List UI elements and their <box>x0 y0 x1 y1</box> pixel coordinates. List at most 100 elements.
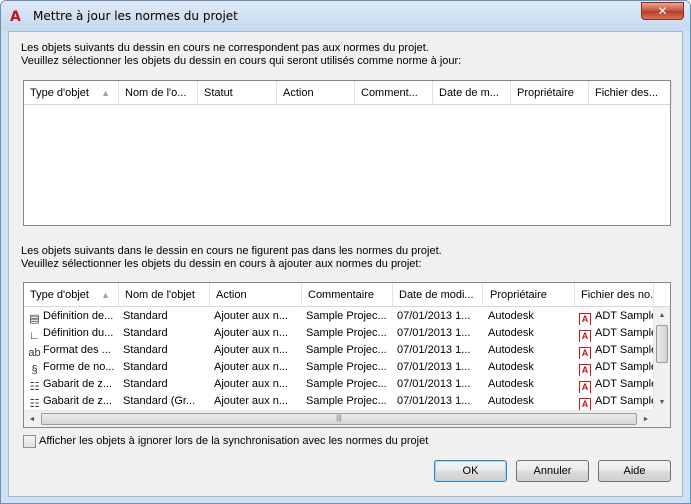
cell-type: ∟ Définition du... <box>24 325 119 342</box>
cell-text: Standard <box>123 310 168 322</box>
close-button[interactable]: ✕ <box>641 2 684 20</box>
column-header[interactable]: Fichier des... <box>589 81 672 105</box>
table-row[interactable]: ☷ Gabarit de z... Standard (Gr... Ajouter a… <box>24 393 670 410</box>
cell-text: Définition du... <box>43 327 114 339</box>
column-header[interactable]: Propriétaire <box>484 283 575 307</box>
column-header[interactable]: Nom de l'objet <box>119 283 210 307</box>
column-header[interactable]: Action <box>210 283 302 307</box>
cell-text: Standard <box>123 327 168 339</box>
standards-file-icon: A <box>579 381 591 393</box>
table-row[interactable]: ab Format des ... Standard Ajouter aux n...… <box>24 342 670 359</box>
column-header-label: Action <box>283 87 314 99</box>
table-row[interactable]: ∟ Définition du... Standard Ajouter aux n..… <box>24 325 670 342</box>
column-header[interactable]: Type d'objet ▲ <box>24 283 119 307</box>
cell-text: Ajouter aux n... <box>214 327 288 339</box>
column-header-label: Commentaire <box>308 289 375 301</box>
cell-name: Standard <box>119 376 210 393</box>
vertical-scrollbar[interactable]: ▲ ▼ <box>653 307 670 411</box>
column-header-label: Nom de l'o... <box>125 87 187 99</box>
cell-text: Définition de... <box>43 310 114 322</box>
column-header[interactable]: Date de m... <box>433 81 511 105</box>
column-header-label: Fichier des... <box>595 87 658 99</box>
cell-action: Ajouter aux n... <box>210 308 302 325</box>
standards-file-icon: A <box>579 347 591 359</box>
column-header[interactable]: Comment... <box>355 81 433 105</box>
cell-text: Autodesk <box>488 378 534 390</box>
show-ignored-checkbox[interactable] <box>23 435 36 448</box>
cell-action: Ajouter aux n... <box>210 376 302 393</box>
column-header[interactable]: Propriétaire <box>511 81 589 105</box>
cell-comment: Sample Projec... <box>302 376 393 393</box>
table-row[interactable]: ▤ Définition de... Standard Ajouter aux n..… <box>24 308 670 325</box>
cell-name: Standard <box>119 342 210 359</box>
vertical-scroll-thumb[interactable] <box>656 325 668 363</box>
cell-file: A ADT Sample <box>575 376 654 393</box>
show-ignored-label[interactable]: Afficher les objets à ignorer lors de la… <box>39 435 428 448</box>
column-header-label: Fichier des no... <box>581 289 654 301</box>
cell-date: 07/01/2013 1... <box>393 359 483 376</box>
cell-file: A ADT Sample <box>575 308 654 325</box>
column-header[interactable]: Nom de l'o... <box>119 81 198 105</box>
profile-definition-icon: ∟ <box>29 330 40 342</box>
cell-date: 07/01/2013 1... <box>393 308 483 325</box>
shape-definition-icon: § <box>31 364 38 376</box>
cell-action: Ajouter aux n... <box>210 393 302 410</box>
standards-file-icon: A <box>579 398 591 410</box>
autocad-app-icon: A <box>10 9 21 25</box>
cell-text: 07/01/2013 1... <box>397 395 471 407</box>
horizontal-scroll-thumb[interactable]: ||| <box>41 413 637 425</box>
ok-button[interactable]: OK <box>434 460 507 482</box>
text-format-icon: ab <box>28 347 41 359</box>
cell-text: ADT Sample <box>595 361 654 373</box>
scroll-right-arrow-icon[interactable]: ► <box>638 411 654 428</box>
cell-owner: Autodesk <box>484 359 575 376</box>
column-header[interactable]: Type d'objet ▲ <box>24 81 119 105</box>
cell-type: ☷ Gabarit de z... <box>24 393 119 410</box>
cell-file: A ADT Sample <box>575 393 654 410</box>
column-header[interactable]: Action <box>277 81 355 105</box>
cell-file: A ADT Sample <box>575 359 654 376</box>
cell-comment: Sample Projec... <box>302 308 393 325</box>
table-row[interactable]: § Forme de no... Standard Ajouter aux n... S… <box>24 359 670 376</box>
column-header-label: Date de m... <box>439 87 499 99</box>
column-header[interactable]: Date de modi... <box>393 283 483 307</box>
cell-text: Standard <box>123 378 168 390</box>
cell-text: Sample Projec... <box>306 361 387 373</box>
cell-text: ADT Sample <box>595 310 654 322</box>
column-header-label: Type d'objet <box>30 87 89 99</box>
horizontal-scrollbar[interactable]: ◄ ||| ► <box>24 410 654 427</box>
cell-text: Sample Projec... <box>306 327 387 339</box>
list-header: Type d'objet ▲ Nom de l'o... Statut Action Co… <box>24 81 672 105</box>
column-header[interactable]: Commentaire <box>302 283 393 307</box>
standards-file-icon: A <box>579 313 591 325</box>
cell-comment: Sample Projec... <box>302 342 393 359</box>
cell-name: Standard <box>119 359 210 376</box>
cell-text: 07/01/2013 1... <box>397 327 471 339</box>
cell-owner: Autodesk <box>484 393 575 410</box>
section2-caption-line2: Veuillez sélectionner les objets du dess… <box>21 258 422 270</box>
nonconforming-objects-list[interactable]: Type d'objet ▲ Nom de l'o... Statut Action Co… <box>23 80 672 226</box>
cancel-button[interactable]: Annuler <box>516 460 589 482</box>
zone-template-icon: ☷ <box>29 398 40 410</box>
help-button[interactable]: Aide <box>598 460 671 482</box>
column-header-label: Date de modi... <box>399 289 474 301</box>
cell-text: Sample Projec... <box>306 395 387 407</box>
table-row[interactable]: ☷ Gabarit de z... Standard Ajouter aux n...… <box>24 376 670 393</box>
column-header-label: Propriétaire <box>490 289 547 301</box>
scroll-left-arrow-icon[interactable]: ◄ <box>24 411 40 428</box>
cell-text: Format des ... <box>43 344 111 356</box>
objects-to-add-list[interactable]: Type d'objet ▲ Nom de l'objet Action Comment… <box>23 282 671 428</box>
cell-text: Gabarit de z... <box>43 395 113 407</box>
cell-text: ADT Sample <box>595 395 654 407</box>
cell-text: Autodesk <box>488 395 534 407</box>
column-header[interactable]: Statut <box>198 81 277 105</box>
cell-text: 07/01/2013 1... <box>397 378 471 390</box>
column-header-label: Nom de l'objet <box>125 289 195 301</box>
cell-owner: Autodesk <box>484 376 575 393</box>
cell-date: 07/01/2013 1... <box>393 376 483 393</box>
cell-text: ADT Sample <box>595 344 654 356</box>
scroll-down-arrow-icon[interactable]: ▼ <box>654 394 670 411</box>
column-header[interactable]: Fichier des no... <box>575 283 654 307</box>
title-bar[interactable]: A Mettre à jour les normes du projet ✕ <box>1 1 690 31</box>
scroll-up-arrow-icon[interactable]: ▲ <box>654 307 670 324</box>
